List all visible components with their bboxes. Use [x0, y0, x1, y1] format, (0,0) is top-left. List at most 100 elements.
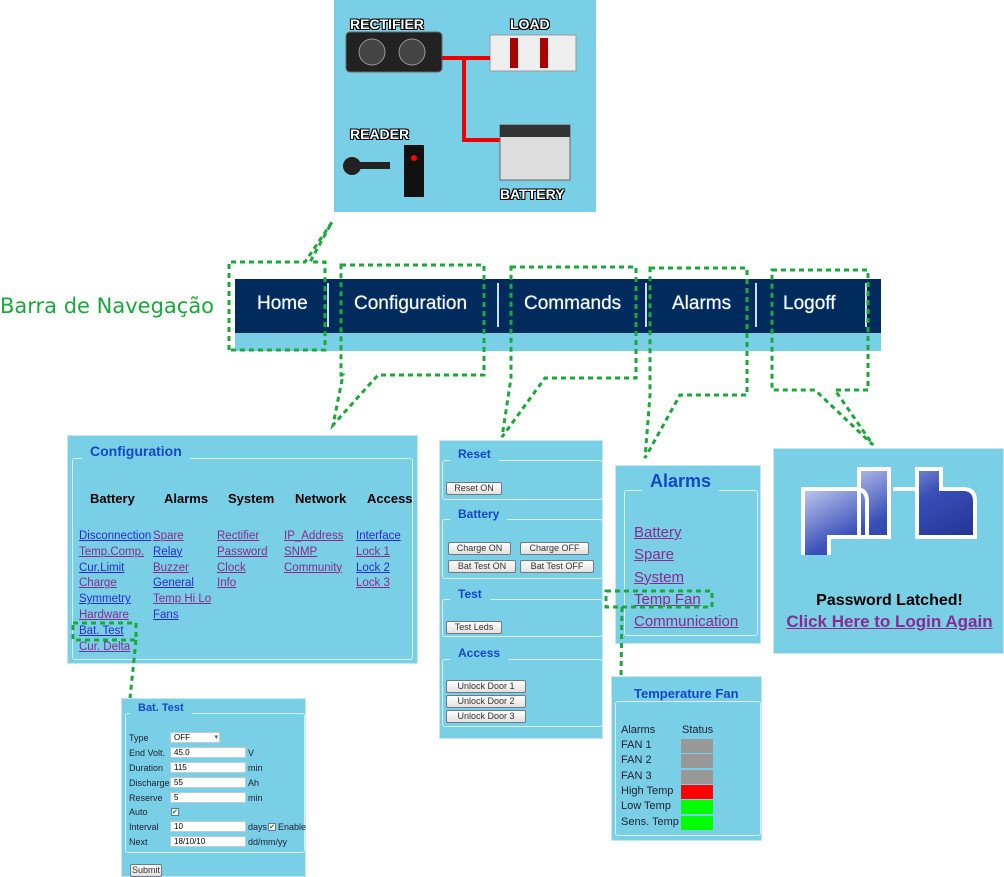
- config-link[interactable]: Interface: [356, 530, 401, 542]
- nav-logoff[interactable]: Logoff: [783, 293, 835, 315]
- field-unit: min: [248, 763, 263, 773]
- nav-divider: [497, 283, 499, 327]
- reader-label: READER: [350, 126, 410, 142]
- fan-alarm-name: FAN 3: [621, 769, 652, 782]
- field-input[interactable]: 5: [170, 792, 246, 803]
- battery-label: BATTERY: [500, 186, 565, 202]
- status-indicator: [681, 769, 713, 784]
- nav-divider: [645, 283, 647, 327]
- config-link[interactable]: Clock: [217, 562, 246, 574]
- alarm-link[interactable]: Communication: [634, 613, 738, 630]
- chevron-down-icon: ▾: [214, 734, 218, 741]
- config-link[interactable]: IP_Address: [284, 530, 343, 542]
- config-title: Configuration: [82, 443, 190, 459]
- load-icon: [489, 34, 577, 72]
- load-label: LOAD: [510, 16, 550, 32]
- reader-icon: [404, 145, 424, 197]
- field-label: Reserve: [129, 793, 163, 803]
- config-column-header: Battery: [90, 491, 135, 506]
- config-link[interactable]: Password: [217, 546, 268, 558]
- type-label: Type: [129, 733, 149, 743]
- status-indicator: [681, 739, 713, 753]
- config-link[interactable]: Spare: [153, 530, 184, 542]
- charge-off-button[interactable]: Charge OFF: [520, 542, 589, 555]
- config-link[interactable]: SNMP: [284, 546, 317, 558]
- config-link[interactable]: Fans: [153, 609, 179, 621]
- enable-checkbox[interactable]: ✔: [268, 823, 276, 831]
- config-link[interactable]: Rectifier: [217, 530, 259, 542]
- test-leds-button[interactable]: Test Leds: [446, 621, 502, 634]
- nav-divider: [865, 283, 867, 327]
- alarms-panel: Alarms Battery Spare System Temp Fan Communi…: [615, 465, 761, 644]
- config-column-header: Network: [295, 491, 347, 506]
- fan-alarm-name: FAN 2: [621, 754, 652, 767]
- config-link[interactable]: Bat. Test: [79, 625, 124, 637]
- auto-checkbox[interactable]: ✔: [171, 808, 179, 816]
- field-label: End Volt.: [129, 748, 166, 758]
- field-input[interactable]: 45.0: [170, 747, 246, 758]
- nav-configuration[interactable]: Configuration: [354, 293, 467, 315]
- config-link[interactable]: Community: [284, 562, 342, 574]
- nav-wrapper: Home Configuration Commands Alarms Logof…: [235, 279, 881, 351]
- charge-on-button[interactable]: Charge ON: [448, 542, 511, 555]
- unlock-door-2-button[interactable]: Unlock Door 2: [446, 695, 526, 708]
- config-link[interactable]: Symmetry: [79, 593, 131, 605]
- field-input[interactable]: 115: [170, 762, 246, 773]
- field-unit: Ah: [248, 778, 260, 788]
- alarm-link[interactable]: Battery: [634, 524, 682, 541]
- nav-home[interactable]: Home: [257, 293, 308, 315]
- nav-alarms[interactable]: Alarms: [672, 293, 731, 315]
- reset-title: Reset: [450, 447, 499, 461]
- battest-on-button[interactable]: Bat Test ON: [448, 560, 516, 573]
- next-label: Next: [129, 837, 148, 847]
- nav-commands[interactable]: Commands: [524, 293, 621, 315]
- phb-logo: [801, 467, 977, 555]
- config-link[interactable]: Info: [217, 577, 236, 589]
- interval-input[interactable]: 10: [170, 821, 246, 832]
- enable-label: Enable: [278, 822, 307, 832]
- battery-title: Battery: [450, 507, 508, 521]
- alarms-column-header: Alarms: [621, 724, 656, 736]
- config-link[interactable]: Temp Hi Lo: [153, 593, 211, 605]
- config-link[interactable]: Charge: [79, 577, 117, 589]
- config-link[interactable]: Buzzer: [153, 562, 189, 574]
- auto-label: Auto: [129, 807, 148, 817]
- submit-button[interactable]: Submit: [130, 864, 162, 877]
- unlock-door-3-button[interactable]: Unlock Door 3: [446, 710, 526, 723]
- next-unit: dd/mm/yy: [248, 837, 288, 847]
- fan-alarm-name: FAN 1: [621, 739, 652, 751]
- config-link[interactable]: Cur.Limit: [79, 562, 124, 574]
- config-link[interactable]: Hardware: [79, 609, 129, 621]
- temperature-fan-panel: Temperature Fan Alarms Status FAN 1 FAN …: [611, 676, 762, 841]
- config-link[interactable]: Lock 2: [356, 562, 390, 574]
- status-indicator: [681, 754, 713, 769]
- status-indicator: [681, 784, 713, 799]
- config-link[interactable]: General: [153, 577, 194, 589]
- unlock-door-1-button[interactable]: Unlock Door 1: [446, 680, 526, 693]
- access-title: Access: [450, 646, 509, 660]
- config-link[interactable]: Lock 1: [356, 546, 390, 558]
- battest-off-button[interactable]: Bat Test OFF: [520, 560, 594, 573]
- status-indicator: [681, 800, 713, 815]
- key-icon: [343, 157, 390, 175]
- field-unit: V: [248, 748, 255, 758]
- alarms-title: Alarms: [642, 471, 720, 492]
- alarm-link[interactable]: Spare: [634, 546, 674, 563]
- config-link[interactable]: Temp.Comp.: [79, 546, 144, 558]
- next-input[interactable]: 18/10/10: [170, 836, 246, 847]
- type-select[interactable]: OFF ▾: [170, 732, 220, 743]
- field-input[interactable]: 55: [170, 777, 246, 788]
- config-link[interactable]: Disconnection: [79, 530, 151, 542]
- alarm-link[interactable]: Temp Fan: [634, 591, 701, 608]
- field-unit: min: [248, 793, 263, 803]
- alarm-link[interactable]: System: [634, 569, 684, 586]
- nav-divider: [327, 283, 329, 327]
- navigation-bar: Home Configuration Commands Alarms Logof…: [235, 279, 881, 333]
- config-link[interactable]: Lock 3: [356, 577, 390, 589]
- reset-on-button[interactable]: Reset ON: [446, 482, 502, 495]
- config-link[interactable]: Relay: [153, 546, 182, 558]
- login-again-link[interactable]: Click Here to Login Again: [774, 612, 1004, 632]
- config-link[interactable]: Cur. Delta: [79, 641, 130, 653]
- field-label: Discharge: [129, 778, 170, 788]
- commands-panel: Reset Reset ON Battery Charge ON Charge …: [439, 440, 603, 739]
